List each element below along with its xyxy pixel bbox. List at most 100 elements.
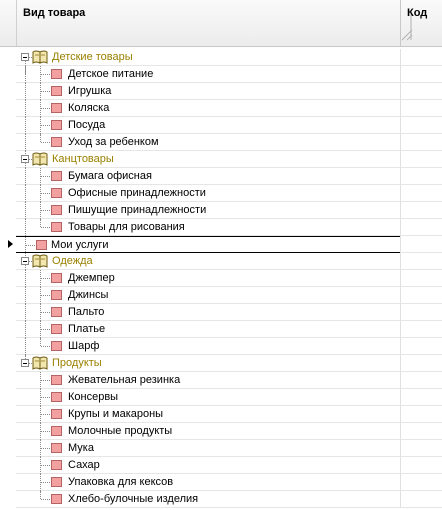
row-indicator[interactable] (0, 117, 16, 134)
row-indicator[interactable] (0, 253, 16, 270)
row-indicator[interactable] (0, 304, 16, 321)
collapse-icon[interactable] (21, 257, 29, 265)
code-cell[interactable] (400, 151, 442, 168)
name-cell[interactable]: Крупы и макароны (16, 406, 400, 423)
code-cell[interactable] (400, 304, 442, 321)
collapse-icon[interactable] (21, 359, 29, 367)
row-indicator[interactable] (0, 321, 16, 338)
row-indicator[interactable] (0, 185, 16, 202)
tree-row[interactable]: Игрушка (0, 83, 442, 100)
tree-row[interactable]: Мука (0, 440, 442, 457)
row-indicator[interactable] (0, 406, 16, 423)
row-indicator[interactable] (0, 49, 16, 66)
name-cell[interactable]: Детское питание (16, 66, 400, 83)
tree-row[interactable]: Детское питание (0, 66, 442, 83)
row-indicator[interactable] (0, 287, 16, 304)
row-indicator[interactable] (0, 236, 16, 253)
name-cell[interactable]: Шарф (16, 338, 400, 355)
name-cell[interactable]: Бумага офисная (16, 168, 400, 185)
tree-group-row[interactable]: Детские товары (0, 49, 442, 74)
row-indicator[interactable] (0, 202, 16, 219)
code-cell[interactable] (400, 185, 442, 202)
row-indicator[interactable] (0, 491, 16, 508)
name-cell[interactable]: Упаковка для кексов (16, 474, 400, 491)
code-cell[interactable] (400, 100, 442, 117)
collapse-icon[interactable] (21, 53, 29, 61)
tree-row[interactable]: Крупы и макароны (0, 406, 442, 423)
code-cell[interactable] (400, 389, 442, 406)
column-header-name[interactable]: Вид товара (16, 0, 413, 46)
row-indicator[interactable] (0, 355, 16, 372)
name-cell[interactable]: Канцтовары (16, 151, 400, 168)
code-cell[interactable] (400, 134, 442, 151)
tree-row[interactable]: Консервы (0, 389, 442, 406)
code-cell[interactable] (400, 457, 442, 474)
name-cell[interactable]: Платье (16, 321, 400, 338)
name-cell[interactable]: Посуда (16, 117, 400, 134)
tree-row[interactable]: Хлебо-булочные изделия (0, 491, 442, 508)
tree-row[interactable]: Бумага офисная (0, 168, 442, 185)
tree-row[interactable]: Мои услуги (0, 236, 442, 254)
row-indicator[interactable] (0, 474, 16, 491)
code-cell[interactable] (400, 66, 442, 83)
code-cell[interactable] (400, 338, 442, 355)
code-cell[interactable] (400, 372, 442, 389)
tree-row[interactable]: Жевательная резинка (0, 372, 442, 389)
code-cell[interactable] (400, 219, 442, 236)
row-indicator[interactable] (0, 423, 16, 440)
row-indicator[interactable] (0, 219, 16, 236)
tree-row[interactable]: Пальто (0, 304, 442, 321)
row-indicator[interactable] (0, 338, 16, 355)
code-cell[interactable] (400, 236, 442, 253)
code-cell[interactable] (400, 270, 442, 287)
row-indicator[interactable] (0, 372, 16, 389)
tree-row[interactable]: Пишущие принадлежности (0, 202, 442, 219)
tree-grid[interactable]: Вид товара Код Детские товары Детское пит… (0, 0, 442, 510)
row-indicator[interactable] (0, 270, 16, 287)
code-cell[interactable] (400, 491, 442, 508)
name-cell[interactable]: Уход за ребенком (16, 134, 400, 151)
name-cell[interactable]: Джемпер (16, 270, 400, 287)
name-cell[interactable]: Одежда (16, 253, 400, 270)
code-cell[interactable] (400, 117, 442, 134)
name-cell[interactable]: Офисные принадлежности (16, 185, 400, 202)
row-indicator[interactable] (0, 168, 16, 185)
name-cell[interactable]: Джинсы (16, 287, 400, 304)
tree-group-row[interactable]: Одежда (0, 253, 442, 270)
code-cell[interactable] (400, 423, 442, 440)
name-cell[interactable]: Мука (16, 440, 400, 457)
row-indicator[interactable] (0, 100, 16, 117)
code-cell[interactable] (400, 253, 442, 270)
tree-group-row[interactable]: Продукты (0, 355, 442, 372)
row-indicator[interactable] (0, 389, 16, 406)
code-cell[interactable] (400, 83, 442, 100)
code-cell[interactable] (400, 355, 442, 372)
name-cell[interactable]: Детские товары (16, 49, 400, 74)
name-cell[interactable]: Пишущие принадлежности (16, 202, 400, 219)
code-cell[interactable] (400, 287, 442, 304)
name-cell[interactable]: Хлебо-булочные изделия (16, 491, 400, 508)
tree-row[interactable]: Товары для рисования (0, 219, 442, 236)
code-cell[interactable] (400, 321, 442, 338)
tree-row[interactable]: Шарф (0, 338, 442, 355)
tree-group-row[interactable]: Канцтовары (0, 151, 442, 168)
code-cell[interactable] (400, 168, 442, 185)
code-cell[interactable] (400, 474, 442, 491)
row-indicator[interactable] (0, 134, 16, 151)
code-cell[interactable] (400, 406, 442, 423)
name-cell[interactable]: Коляска (16, 100, 400, 117)
tree-row[interactable]: Офисные принадлежности (0, 185, 442, 202)
name-cell[interactable]: Пальто (16, 304, 400, 321)
collapse-icon[interactable] (21, 155, 29, 163)
code-cell[interactable] (400, 440, 442, 457)
tree-row[interactable]: Джинсы (0, 287, 442, 304)
tree-row[interactable]: Джемпер (0, 270, 442, 287)
code-cell[interactable] (400, 49, 442, 66)
name-cell[interactable]: Консервы (16, 389, 400, 406)
name-cell[interactable]: Мои услуги (16, 236, 400, 254)
row-indicator[interactable] (0, 457, 16, 474)
name-cell[interactable]: Жевательная резинка (16, 372, 400, 389)
name-cell[interactable]: Игрушка (16, 83, 400, 100)
tree-row[interactable]: Платье (0, 321, 442, 338)
tree-row[interactable]: Посуда (0, 117, 442, 134)
